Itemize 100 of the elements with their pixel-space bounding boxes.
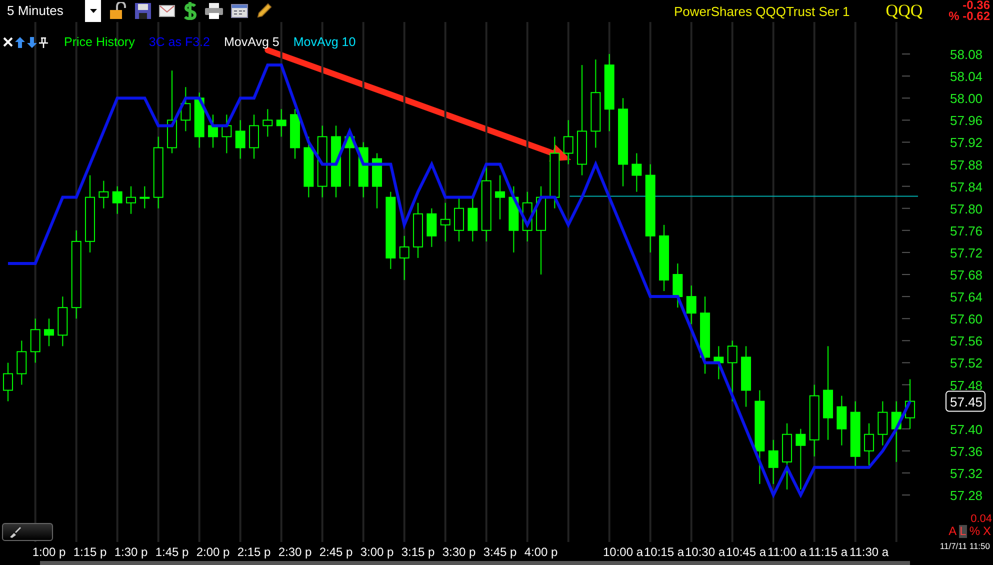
window-icon[interactable]: [231, 4, 248, 18]
dollar-icon[interactable]: [183, 2, 197, 20]
time-label: 10:15 a: [644, 545, 684, 559]
save-icon[interactable]: [135, 3, 151, 19]
price-label: 57.36: [950, 444, 983, 459]
close-icon[interactable]: [3, 37, 13, 47]
candlestick: [180, 86, 191, 132]
candlestick: [672, 262, 683, 308]
candlestick: [563, 120, 574, 165]
printer-icon[interactable]: [205, 3, 223, 19]
time-label: 4:00 p: [524, 545, 558, 559]
candlestick: [686, 285, 696, 325]
time-label: 10:45 a: [726, 545, 766, 559]
candlestick: [344, 136, 355, 187]
symbol: QQQ: [886, 1, 923, 21]
candlestick: [768, 439, 778, 484]
price-label: 57.60: [950, 312, 983, 327]
mail-icon[interactable]: [159, 5, 175, 17]
price-label: 58.00: [950, 91, 983, 106]
candlestick: [290, 108, 300, 160]
candlestick: [16, 340, 27, 386]
scale-toggle[interactable]: X: [982, 525, 992, 538]
candlestick: [372, 152, 382, 209]
time-label: 2:00 p: [196, 545, 230, 559]
candlestick: [140, 186, 150, 209]
scale-value: 0.04: [970, 513, 992, 525]
caret-icon: [90, 9, 96, 13]
time-label: 1:15 p: [73, 545, 107, 559]
lock-icon[interactable]: [109, 2, 127, 20]
candlestick: [126, 186, 136, 214]
down-arrow-icon[interactable]: [27, 36, 37, 48]
candlestick: [508, 186, 519, 253]
scroll-bar[interactable]: [40, 561, 910, 565]
candlestick: [796, 428, 806, 490]
candlestick: [741, 346, 752, 408]
candlestick: [468, 196, 478, 242]
candlestick: [850, 400, 860, 468]
price-label: 57.56: [950, 334, 983, 349]
price-label: 58.08: [950, 47, 983, 62]
price-change: -0.36: [962, 0, 990, 11]
candlestick: [3, 362, 13, 402]
candlestick: [836, 395, 847, 446]
time-label: 1:00 p: [32, 545, 66, 559]
candlestick: [878, 400, 888, 446]
legend-item[interactable]: Price History: [64, 35, 135, 49]
time-label: 2:30 p: [278, 545, 312, 559]
candlestick: [782, 422, 792, 490]
candlestick: [632, 152, 642, 192]
up-arrow-icon[interactable]: [15, 36, 25, 48]
candlestick: [98, 180, 109, 209]
time-label: 11:30 a: [849, 545, 889, 559]
time-label: 2:45 p: [319, 545, 353, 559]
candlestick: [44, 318, 54, 347]
price-label: 57.96: [950, 113, 983, 128]
time-label: 10:30 a: [685, 545, 726, 559]
interval-dropdown[interactable]: 5 Minutes: [0, 0, 101, 22]
legend-item[interactable]: MovAvg 10: [293, 35, 356, 49]
time-label: 10:00 a: [603, 545, 644, 559]
current-price-tag: 57.45: [946, 390, 986, 412]
time-label: 11:15 a: [808, 545, 848, 559]
candlestick: [440, 202, 450, 242]
price-label: 58.04: [950, 69, 983, 84]
candlestick: [112, 186, 122, 214]
price-label: 57.28: [950, 488, 983, 503]
price-label: 57.88: [950, 157, 983, 172]
time-label: 2:15 p: [237, 545, 271, 559]
time-label: 1:45 p: [155, 545, 189, 559]
candlestick: [194, 92, 204, 148]
security-title: PowerShares QQQTrust Ser 1: [674, 4, 850, 18]
candlestick: [58, 296, 68, 347]
time-label: 3:45 p: [483, 545, 517, 559]
price-label: 57.80: [950, 201, 983, 216]
price-label: 57.64: [950, 290, 983, 305]
time-label: 3:00 p: [360, 545, 394, 559]
timestamp: 11/7/11 11:50: [940, 541, 990, 551]
time-label: 3:15 p: [401, 545, 435, 559]
candlestick: [714, 346, 724, 380]
candlestick: [426, 208, 437, 248]
price-label: 57.76: [950, 223, 983, 238]
scale-toggle[interactable]: %: [968, 525, 981, 538]
draw-tool-button[interactable]: [2, 523, 53, 541]
brush-icon: [9, 526, 21, 538]
candlestick: [262, 108, 273, 138]
price-label: 57.32: [950, 466, 983, 481]
pin-icon[interactable]: [39, 36, 48, 48]
candlestick: [454, 196, 464, 242]
candlestick: [905, 378, 916, 430]
candlestick: [522, 191, 532, 242]
scale-toggle[interactable]: A: [948, 525, 958, 538]
legend-item[interactable]: MovAvg 5: [224, 35, 280, 49]
candlestick: [495, 174, 505, 220]
candlestick: [208, 114, 218, 148]
candlestick: [304, 136, 314, 198]
price-label: 57.48: [950, 378, 983, 393]
candlestick: [399, 235, 410, 281]
pencil-icon[interactable]: [256, 3, 272, 19]
price-label: 57.40: [950, 422, 983, 437]
candlestick: [30, 318, 40, 364]
candlestick: [235, 120, 246, 160]
price-label: 57.68: [950, 268, 983, 282]
